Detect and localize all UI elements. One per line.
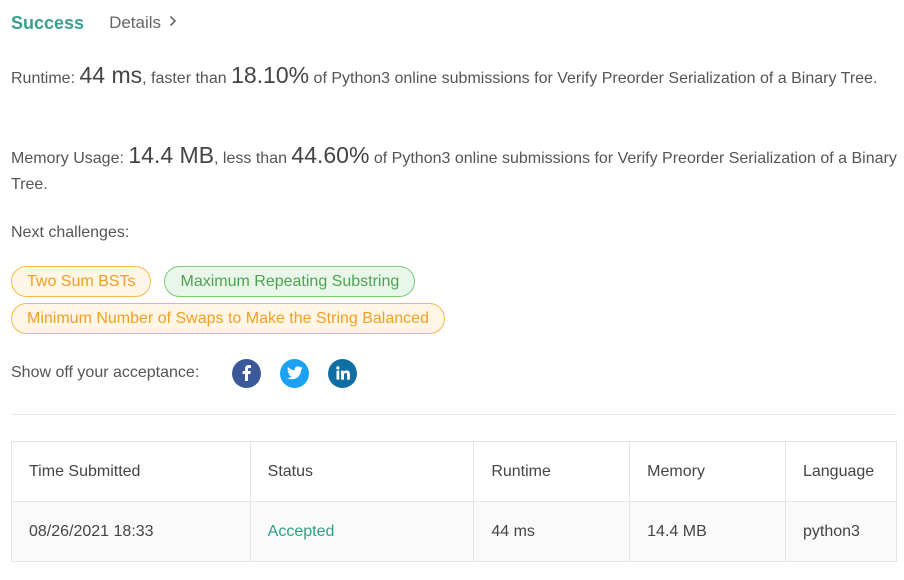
submissions-table: Time Submitted Status Runtime Memory Lan… <box>11 441 898 562</box>
challenge-tag[interactable]: Maximum Repeating Substring <box>164 266 416 297</box>
column-header: Language <box>784 441 898 502</box>
column-header: Status <box>249 441 475 502</box>
column-header: Runtime <box>473 441 631 502</box>
table-row: 08/26/2021 18:33 Accepted 44 ms 14.4 MB … <box>11 501 898 562</box>
challenge-tag[interactable]: Minimum Number of Swaps to Make the Stri… <box>11 303 445 334</box>
runtime-value: 44 ms <box>79 62 143 88</box>
column-header: Memory <box>629 441 786 502</box>
runtime-stat: Runtime: 44 ms, faster than 18.10% of Py… <box>11 62 901 92</box>
facebook-icon[interactable] <box>232 358 262 388</box>
runtime-label: Runtime: <box>11 70 76 87</box>
next-challenges-label: Next challenges: <box>11 224 130 241</box>
status-cell: Accepted <box>249 501 475 562</box>
memory-value: 14.4 MB <box>128 142 215 168</box>
column-header: Time Submitted <box>11 441 251 502</box>
language-cell: python3 <box>784 501 898 562</box>
challenge-tag[interactable]: Two Sum BSTs <box>11 266 152 297</box>
details-label: Details <box>109 13 162 32</box>
share-label: Show off your acceptance: <box>11 364 200 381</box>
memory-cell: 14.4 MB <box>629 501 786 562</box>
details-link[interactable]: Details <box>109 13 177 33</box>
runtime-suffix: of Python3 online submissions for Verify… <box>313 70 878 87</box>
share-section: Show off your acceptance: <box>11 358 376 388</box>
memory-stat: Memory Usage: 14.4 MB, less than 44.60% … <box>11 142 901 198</box>
next-challenges: Two Sum BSTs Maximum Repeating Substring… <box>11 266 901 340</box>
result-header: Success Details <box>11 11 177 35</box>
memory-label: Memory Usage: <box>11 150 124 167</box>
memory-percent: 44.60% <box>291 142 370 168</box>
status-title: Success <box>11 12 85 33</box>
table-header-row: Time Submitted Status Runtime Memory Lan… <box>11 441 898 502</box>
runtime-comparison: , faster than <box>142 70 227 87</box>
twitter-icon[interactable] <box>280 358 310 388</box>
runtime-percent: 18.10% <box>231 62 310 88</box>
chevron-right-icon <box>169 14 177 32</box>
accepted-link[interactable]: Accepted <box>268 523 335 540</box>
runtime-cell: 44 ms <box>473 501 631 562</box>
linkedin-icon[interactable] <box>328 358 358 388</box>
divider <box>11 414 897 415</box>
memory-comparison: , less than <box>214 150 287 167</box>
time-submitted-cell: 08/26/2021 18:33 <box>11 501 251 562</box>
